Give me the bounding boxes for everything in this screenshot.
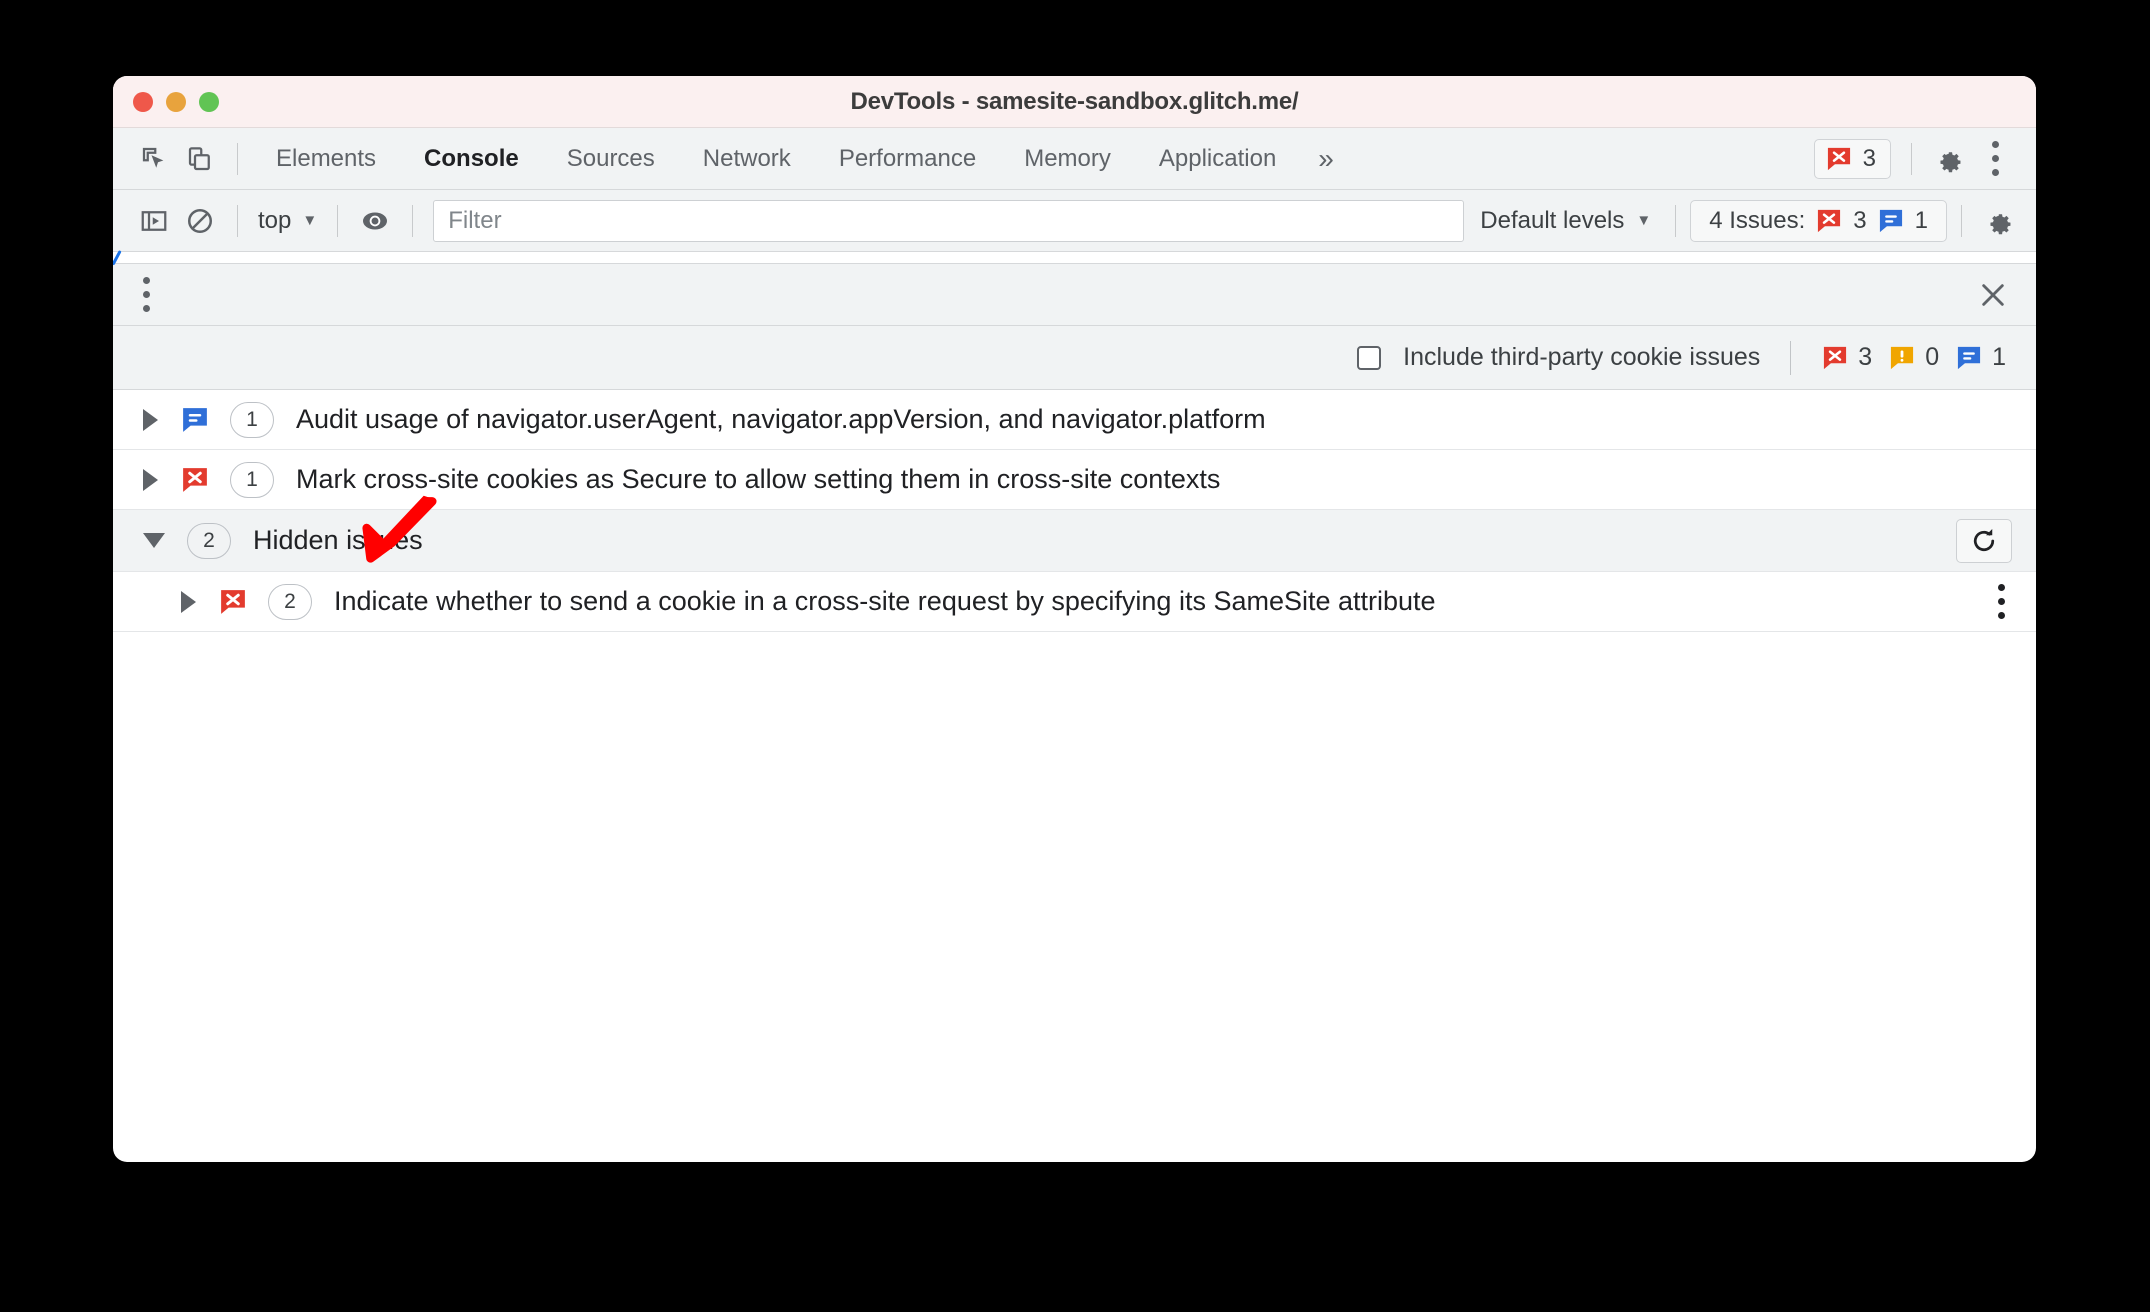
log-levels-label: Default levels (1480, 206, 1625, 234)
tabbar-right-group: 3 (1813, 136, 2036, 182)
include-third-party-checkbox[interactable] (1357, 345, 1382, 370)
log-levels-selector[interactable]: Default levels ▼ (1470, 207, 1661, 235)
error-issue-icon (218, 587, 248, 617)
eye-icon[interactable] (352, 198, 398, 244)
info-icon (1879, 209, 1902, 232)
kebab-menu-icon[interactable] (1978, 579, 2024, 625)
tab-sources[interactable]: Sources (543, 128, 679, 190)
tab-elements[interactable]: Elements (252, 128, 400, 190)
expand-triangle-icon[interactable] (143, 408, 158, 431)
panel-tabs: Elements Console Sources Network Perform… (252, 128, 1352, 190)
issues-summary-button[interactable]: 4 Issues: 3 1 (1690, 199, 1947, 242)
issues-label: 4 Issues: (1709, 206, 1806, 234)
warning-icon (1891, 346, 1914, 369)
hidden-issues-label: Hidden issues (253, 525, 423, 555)
error-count: 3 (1858, 343, 1873, 371)
expand-triangle-icon[interactable] (181, 590, 196, 613)
window-title: DevTools - samesite-sandbox.glitch.me/ (850, 87, 1299, 115)
issue-count-badge: 1 (230, 461, 274, 498)
error-count-badge[interactable]: 3 (1813, 138, 1891, 179)
tabbar-divider (237, 142, 238, 175)
issue-count-badge: 2 (268, 583, 312, 620)
devtools-window: DevTools - samesite-sandbox.glitch.me/ E… (113, 76, 2036, 1162)
issues-info-count: 1 (1914, 206, 1928, 234)
issue-count-badge: 1 (230, 401, 274, 438)
issue-title: Audit usage of navigator.userAgent, navi… (296, 404, 1266, 434)
kebab-menu-icon[interactable] (1972, 136, 2018, 182)
issues-empty-area (113, 632, 2036, 1062)
gear-icon[interactable] (1926, 136, 1972, 182)
info-count-group: 1 (1955, 343, 2006, 372)
chevron-down-icon: ▼ (302, 212, 318, 229)
issues-error-count: 3 (1853, 206, 1867, 234)
filterbar-divider-3 (412, 204, 414, 237)
issue-row[interactable]: 1 Mark cross-site cookies as Secure to a… (113, 450, 2036, 510)
issue-title: Indicate whether to send a cookie in a c… (334, 586, 1436, 616)
info-icon (1958, 346, 1981, 369)
gear-icon[interactable] (1976, 198, 2022, 244)
devtools-tabbar: Elements Console Sources Network Perform… (113, 128, 2036, 190)
close-icon[interactable] (1970, 272, 2016, 318)
console-content-strip (113, 250, 2036, 266)
warning-count-group: 0 (1888, 343, 1939, 372)
warning-count: 0 (1925, 343, 1940, 371)
window-titlebar: DevTools - samesite-sandbox.glitch.me/ (113, 76, 2036, 128)
counts-divider (1790, 340, 1792, 375)
error-issue-icon (180, 465, 210, 495)
device-toolbar-icon[interactable] (177, 136, 223, 182)
issue-row[interactable]: 1 Audit usage of navigator.userAgent, na… (113, 390, 2036, 450)
error-icon (1818, 209, 1841, 232)
tab-application[interactable]: Application (1135, 128, 1300, 190)
error-icon (1824, 346, 1847, 369)
expand-triangle-icon[interactable] (143, 468, 158, 491)
filterbar-divider-5 (1961, 204, 1962, 237)
info-count: 1 (1992, 343, 2006, 371)
issues-drawer-header (113, 264, 2036, 326)
clear-console-icon[interactable] (177, 198, 223, 244)
filterbar-divider-2 (337, 204, 339, 237)
issue-title: Mark cross-site cookies as Secure to all… (296, 464, 1221, 494)
console-sidebar-icon[interactable] (131, 198, 177, 244)
console-filter-toolbar: top ▼ Filter Default levels ▼ 4 Issues: … (113, 190, 2036, 252)
inspect-element-icon[interactable] (131, 136, 177, 182)
refresh-icon[interactable] (1956, 518, 2012, 563)
tab-network[interactable]: Network (679, 128, 815, 190)
context-value: top (258, 206, 292, 234)
filter-input[interactable]: Filter (433, 199, 1465, 242)
error-count-group: 3 (1821, 343, 1872, 372)
info-issue-icon (180, 405, 210, 435)
include-third-party-label: Include third-party cookie issues (1403, 343, 1761, 371)
tabs-overflow-icon[interactable]: » (1300, 128, 1352, 190)
hidden-issues-row[interactable]: 2 Hidden issues (113, 510, 2036, 572)
tab-performance[interactable]: Performance (815, 128, 1000, 190)
kebab-menu-icon[interactable] (123, 272, 169, 318)
tabbar-right-divider (1911, 142, 1912, 175)
tab-console[interactable]: Console (400, 128, 543, 190)
collapse-triangle-icon[interactable] (143, 533, 165, 548)
filter-placeholder: Filter (448, 206, 502, 234)
hidden-issue-child-row[interactable]: 2 Indicate whether to send a cookie in a… (113, 572, 2036, 632)
hidden-issues-count-badge: 2 (187, 522, 231, 559)
chevron-down-icon: ▼ (1636, 212, 1652, 229)
drawer-tab-indicator (113, 250, 122, 266)
tab-memory[interactable]: Memory (1000, 128, 1135, 190)
error-icon (1827, 147, 1850, 170)
error-count: 3 (1862, 144, 1876, 172)
third-party-cookie-row: Include third-party cookie issues 3 0 1 (113, 326, 2036, 390)
filterbar-divider-4 (1675, 204, 1677, 237)
filterbar-divider-1 (237, 204, 238, 237)
screenshot-root: DevTools - samesite-sandbox.glitch.me/ E… (0, 0, 2150, 1312)
execution-context-selector[interactable]: top ▼ (252, 207, 323, 235)
